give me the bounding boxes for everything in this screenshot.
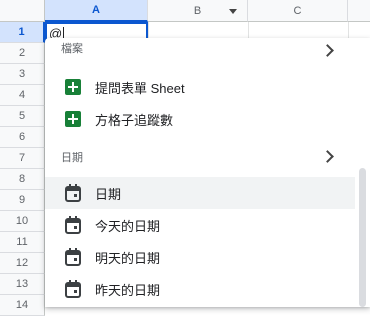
chevron-right-icon[interactable]	[321, 150, 334, 163]
column-header-d[interactable]	[348, 0, 370, 22]
section-label-files: 檔案	[61, 43, 83, 55]
menu-item-date[interactable]: 日期	[45, 177, 355, 209]
row-header-6[interactable]: 6	[0, 127, 45, 148]
row-header-8[interactable]: 8	[0, 169, 45, 190]
row-header-3[interactable]: 3	[0, 64, 45, 85]
menu-item-sheet-tracker[interactable]: 方格子追蹤數	[45, 103, 355, 135]
menu-item-today[interactable]: 今天的日期	[45, 209, 355, 241]
calendar-icon	[65, 280, 81, 298]
menu-item-label: 日期	[95, 186, 122, 202]
column-header-label: C	[293, 4, 302, 17]
sheets-icon	[65, 111, 81, 127]
row-header-14[interactable]: 14	[0, 295, 45, 316]
row-header-1[interactable]: 1	[0, 22, 45, 43]
menu-item-label: 明天的日期	[95, 250, 161, 266]
column-header-c[interactable]: C	[248, 0, 348, 22]
menu-scrollbar-thumb[interactable]	[359, 168, 366, 307]
row-header-12[interactable]: 12	[0, 253, 45, 274]
smart-chips-menu: 檔案 提問表單 Sheet 方格子追蹤數 日期 日期 今天的日期 明天的日期 昨…	[45, 38, 370, 307]
sheets-icon	[65, 79, 81, 95]
select-all-corner[interactable]	[0, 0, 45, 22]
menu-item-label: 昨天的日期	[95, 282, 161, 298]
column-menu-arrow-icon[interactable]	[229, 9, 237, 14]
row-header-2[interactable]: 2	[0, 43, 45, 64]
row-header-5[interactable]: 5	[0, 106, 45, 127]
row-header-11[interactable]: 11	[0, 232, 45, 253]
row-header-4[interactable]: 4	[0, 85, 45, 106]
row-header-13[interactable]: 13	[0, 274, 45, 295]
calendar-icon	[65, 184, 81, 202]
row-header-7[interactable]: 7	[0, 148, 45, 169]
menu-scrollbar-track[interactable]	[355, 38, 370, 307]
menu-item-label: 今天的日期	[95, 218, 161, 234]
calendar-icon	[65, 216, 81, 234]
row-header-10[interactable]: 10	[0, 211, 45, 232]
chevron-right-icon[interactable]	[321, 44, 334, 57]
menu-item-yesterday[interactable]: 昨天的日期	[45, 273, 355, 305]
menu-item-label: 提問表單 Sheet	[95, 80, 185, 96]
column-header-label: A	[92, 4, 100, 16]
menu-item-tomorrow[interactable]: 明天的日期	[45, 241, 355, 273]
section-label-dates: 日期	[61, 152, 83, 164]
row-header-9[interactable]: 9	[0, 190, 45, 211]
menu-item-label: 方格子追蹤數	[95, 112, 174, 128]
calendar-icon	[65, 248, 81, 266]
menu-item-sheet-form[interactable]: 提問表單 Sheet	[45, 71, 355, 103]
column-header-a[interactable]: A	[45, 0, 148, 22]
column-header-label: B	[193, 4, 202, 17]
